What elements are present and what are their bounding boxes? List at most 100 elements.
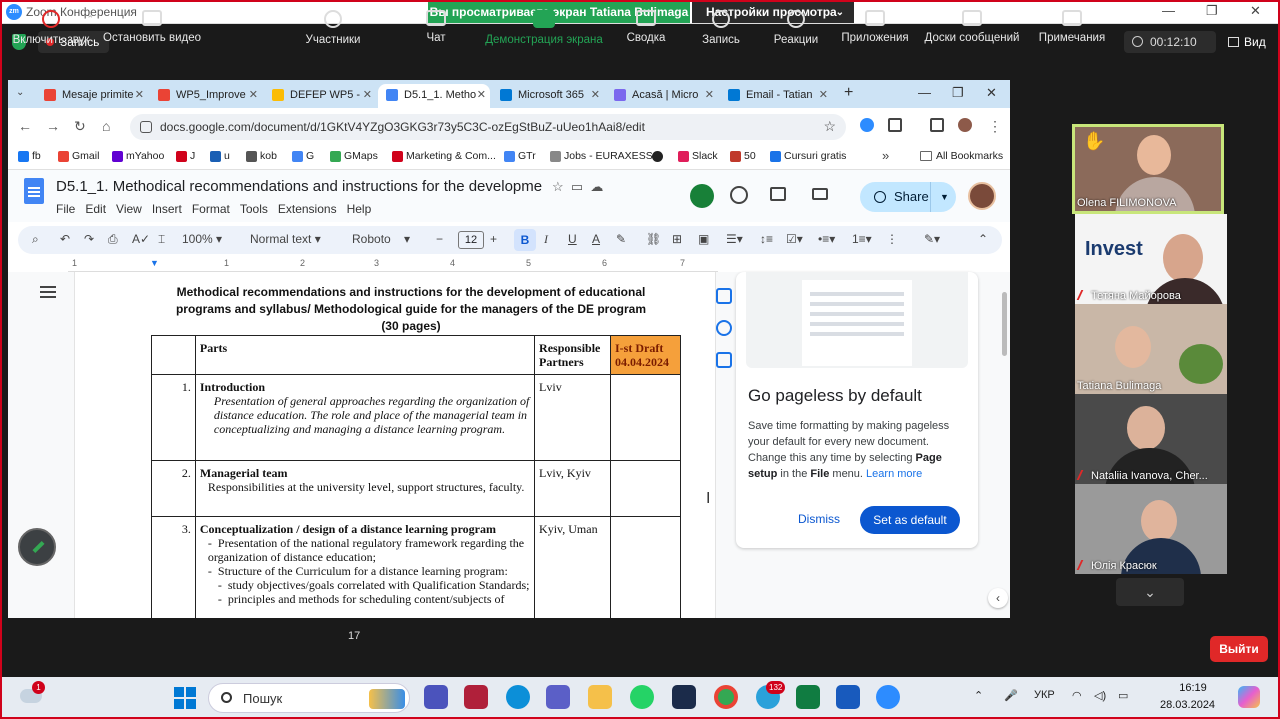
- font-size-input[interactable]: 12: [458, 231, 484, 249]
- add-comment-icon[interactable]: ⊞: [672, 232, 682, 246]
- menu-tools[interactable]: Tools: [240, 202, 268, 216]
- summary-button[interactable]: Сводка: [624, 8, 668, 44]
- bookmark-cursuri[interactable]: Cursuri gratis: [770, 150, 846, 162]
- bookmark-slack[interactable]: Slack: [678, 150, 718, 162]
- close-icon[interactable]: ✕: [1250, 3, 1261, 19]
- reactions-button[interactable]: Реакции: [772, 8, 820, 46]
- clock-date[interactable]: 28.03.2024: [1160, 699, 1215, 711]
- menu-extensions[interactable]: Extensions: [278, 202, 337, 216]
- close-tab-icon[interactable]: ✕: [363, 84, 372, 106]
- bookmark-kob[interactable]: kob: [246, 150, 277, 162]
- bookmark-gmaps[interactable]: GMaps: [330, 150, 378, 162]
- participant-tile[interactable]: ✋ Olena FILIMONOVA: [1072, 124, 1224, 214]
- wifi-icon[interactable]: ◠: [1072, 689, 1082, 702]
- minimize-icon[interactable]: —: [918, 85, 931, 100]
- unmute-button[interactable]: ⌃ Включить звук: [10, 8, 94, 46]
- bookmark-gtr[interactable]: GTr: [504, 150, 536, 162]
- bookmark-fb[interactable]: fb: [18, 150, 41, 162]
- chevron-left-icon[interactable]: ‹: [988, 588, 1008, 608]
- leave-button[interactable]: Выйти: [1210, 636, 1268, 662]
- set-as-default-button[interactable]: Set as default: [860, 506, 960, 534]
- move-icon[interactable]: ▭: [571, 179, 583, 194]
- add-comment-icon[interactable]: [716, 288, 732, 304]
- learn-more-link[interactable]: Learn more: [866, 468, 922, 480]
- taskbar-search[interactable]: Пошук: [208, 683, 410, 713]
- participants-button[interactable]: Участники: [300, 8, 366, 46]
- zoom-select[interactable]: 100% ▾: [182, 232, 222, 246]
- print-icon[interactable]: ⎙: [108, 232, 118, 247]
- battery-icon[interactable]: ▭: [1118, 689, 1128, 702]
- extensions-icon[interactable]: [888, 118, 902, 132]
- cloud-icon[interactable]: ☁: [590, 179, 603, 194]
- tab-email[interactable]: Email - Tatian ✕: [720, 84, 832, 108]
- whatsapp-icon[interactable]: [630, 685, 654, 709]
- font-select[interactable]: Roboto ▾: [352, 232, 410, 246]
- profile-avatar[interactable]: [958, 118, 972, 132]
- speaker-icon[interactable]: ◁): [1094, 689, 1106, 702]
- all-bookmarks[interactable]: All Bookmarks: [920, 150, 1003, 162]
- undo-icon[interactable]: ↶: [60, 232, 70, 246]
- bookmark-marketing[interactable]: Marketing & Com...: [392, 150, 496, 162]
- scrollbar[interactable]: [1002, 292, 1007, 356]
- forward-icon[interactable]: →: [46, 118, 60, 134]
- suggest-edit-icon[interactable]: [716, 352, 732, 368]
- chevron-down-icon[interactable]: ▼: [940, 182, 949, 212]
- back-icon[interactable]: ←: [18, 118, 32, 134]
- italic-icon[interactable]: I: [544, 232, 548, 247]
- tab-mesaje[interactable]: Mesaje primite ✕: [36, 84, 148, 108]
- tab-wp5-improve[interactable]: WP5_Improve ✕: [150, 84, 262, 108]
- new-tab-icon[interactable]: +: [844, 84, 853, 102]
- bookmark-g[interactable]: G: [292, 150, 314, 162]
- menu-insert[interactable]: Insert: [152, 202, 182, 216]
- menu-help[interactable]: Help: [347, 202, 372, 216]
- collapse-menus-icon[interactable]: ⌃: [978, 232, 988, 246]
- increase-font-icon[interactable]: +: [490, 232, 497, 246]
- tab-search-icon[interactable]: ⌄: [16, 87, 24, 98]
- comment-icon[interactable]: [770, 187, 786, 201]
- style-select[interactable]: Normal text ▾: [250, 232, 321, 246]
- checklist-icon[interactable]: ☑▾: [786, 232, 803, 246]
- outline-icon[interactable]: [40, 286, 56, 298]
- more-options-icon[interactable]: ⋮: [886, 232, 898, 246]
- highlight-icon[interactable]: ✎: [616, 232, 626, 246]
- snipping-tool-icon[interactable]: [464, 685, 488, 709]
- spellcheck-icon[interactable]: A✓: [132, 232, 150, 246]
- close-tab-icon[interactable]: ✕: [819, 84, 828, 106]
- word-icon[interactable]: [836, 685, 860, 709]
- more-vert-icon[interactable]: ⋮: [988, 118, 1002, 135]
- participant-tile[interactable]: Nataliia Ivanova, Cher...: [1075, 394, 1227, 484]
- video-call-icon[interactable]: [812, 188, 828, 200]
- bulleted-list-icon[interactable]: •≡▾: [818, 232, 835, 246]
- bookmark-u[interactable]: u: [210, 150, 230, 162]
- more-bookmarks-icon[interactable]: »: [882, 148, 889, 163]
- menu-file[interactable]: File: [56, 202, 75, 216]
- bookmark-50[interactable]: 50: [730, 150, 756, 162]
- decrease-font-icon[interactable]: −: [436, 232, 443, 246]
- restore-icon[interactable]: ❐: [1206, 3, 1218, 19]
- bookmark-gmail[interactable]: Gmail: [58, 150, 99, 162]
- restore-icon[interactable]: ❐: [952, 85, 964, 101]
- keyboard-language[interactable]: УКР: [1034, 689, 1055, 701]
- indent-marker-icon[interactable]: ▼: [150, 258, 159, 268]
- dismiss-button[interactable]: Dismiss: [798, 512, 840, 526]
- align-icon[interactable]: ☰▾: [726, 232, 743, 246]
- edge-icon[interactable]: [506, 685, 530, 709]
- close-tab-icon[interactable]: ✕: [249, 84, 258, 106]
- more-participants-button[interactable]: ⌄: [1116, 578, 1184, 606]
- paint-format-icon[interactable]: ⌶: [158, 232, 165, 247]
- history-icon[interactable]: [730, 186, 748, 204]
- search-icon[interactable]: ⌕: [32, 232, 39, 247]
- meeting-timer[interactable]: 00:12:10: [1124, 31, 1216, 53]
- close-tab-icon[interactable]: ✕: [591, 84, 600, 106]
- tab-defep-wp5[interactable]: DEFEP WP5 - ✕: [264, 84, 376, 108]
- start-video-button[interactable]: Остановить видео: [102, 8, 202, 44]
- notes-button[interactable]: Примечания: [1036, 8, 1108, 44]
- excel-icon[interactable]: [796, 685, 820, 709]
- bookmark-euraxess[interactable]: Jobs - EURAXESS: [550, 150, 653, 162]
- menu-format[interactable]: Format: [192, 202, 230, 216]
- chevron-up-icon[interactable]: ⌃: [86, 14, 94, 25]
- teams-icon[interactable]: [424, 685, 448, 709]
- numbered-list-icon[interactable]: 1≡▾: [852, 232, 872, 246]
- emoji-reaction-icon[interactable]: [716, 320, 732, 336]
- close-tab-icon[interactable]: ✕: [135, 84, 144, 106]
